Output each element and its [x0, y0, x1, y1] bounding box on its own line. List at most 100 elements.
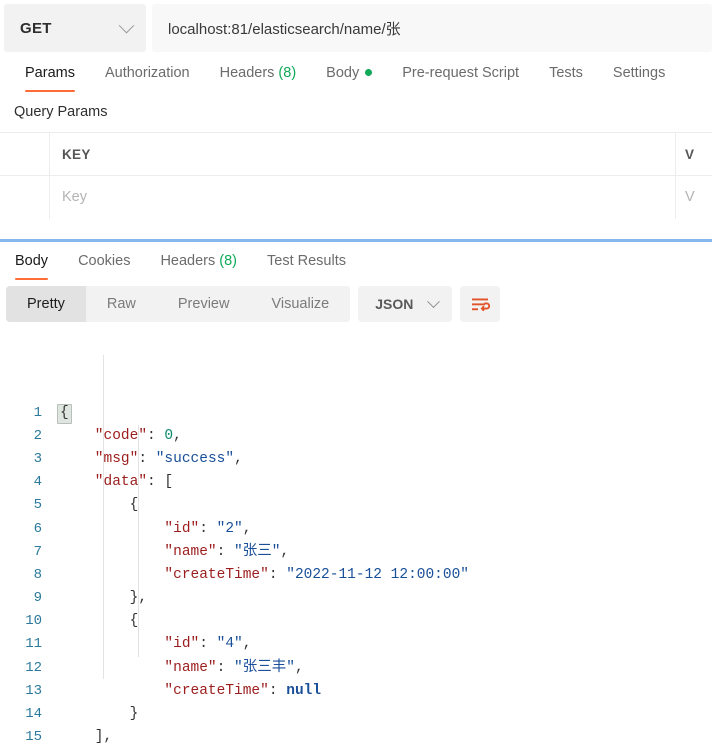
code-line: 14 } [0, 703, 712, 726]
chevron-down-icon [427, 294, 441, 308]
line-content: "id": "4", [52, 633, 712, 656]
tab-pre-request-script[interactable]: Pre-request Script [387, 65, 534, 92]
code-line: 1{ [0, 402, 712, 425]
line-number: 11 [25, 636, 42, 653]
line-content: "data": [ [52, 471, 712, 494]
code-line: 13 "createTime": null [0, 680, 712, 703]
line-content: ], [52, 726, 712, 745]
column-header-key: KEY [50, 132, 676, 176]
tab-settings[interactable]: Settings [598, 65, 680, 92]
code-line: 11 "id": "4", [0, 633, 712, 656]
code-line: 12 "name": "张三丰", [0, 657, 712, 680]
line-number: 9 [33, 590, 42, 607]
tab-params[interactable]: Params [10, 65, 90, 92]
tab-label: Headers [219, 65, 275, 81]
line-content: "createTime": "2022-11-12 12:00:00" [52, 564, 712, 587]
param-key-input[interactable]: Key [50, 175, 676, 219]
code-line: 8 "createTime": "2022-11-12 12:00:00" [0, 564, 712, 587]
line-number: 6 [33, 520, 42, 537]
tab-headers[interactable]: Headers (8) [205, 65, 312, 92]
line-number: 3 [33, 450, 42, 467]
code-token: , [234, 450, 243, 467]
line-number: 13 [25, 682, 42, 699]
response-tab-body[interactable]: Body [0, 253, 63, 280]
tab-label: Test Results [267, 253, 346, 269]
tab-authorization[interactable]: Authorization [90, 65, 205, 92]
line-content: "code": 0, [52, 425, 712, 448]
tab-label: Params [25, 65, 75, 81]
code-token: "createTime" [60, 566, 269, 583]
code-token: "张三" [234, 543, 281, 560]
format-mode-visualize[interactable]: Visualize [250, 286, 350, 322]
code-fold-marker[interactable]: { [57, 403, 72, 424]
response-tab-headers[interactable]: Headers (8) [145, 253, 252, 280]
code-line: 10 { [0, 610, 712, 633]
param-value-input[interactable]: V [676, 176, 712, 219]
code-line: 3 "msg": "success", [0, 448, 712, 471]
response-body-code-viewer[interactable]: 1{2 "code": 0, 3 "msg": "success", 4 "data… [0, 332, 712, 745]
row-checkbox-cell[interactable] [0, 175, 50, 219]
code-token: : [268, 566, 287, 583]
tab-tests[interactable]: Tests [534, 65, 598, 92]
code-line: 6 "id": "2", [0, 518, 712, 541]
code-token: : [147, 427, 165, 444]
code-token: , [242, 520, 252, 537]
code-line: 4 "data": [ [0, 471, 712, 494]
code-token: }, [60, 590, 148, 607]
select-all-checkbox-cell[interactable] [0, 132, 50, 176]
format-mode-preview[interactable]: Preview [157, 286, 251, 322]
code-token: "name" [60, 659, 217, 676]
code-token: , [280, 543, 290, 560]
code-token: } [60, 706, 139, 723]
query-params-section: Query Params KEY V Key V [0, 92, 712, 219]
code-token: { [60, 613, 139, 630]
code-token: "2" [216, 520, 243, 537]
response-language-select[interactable]: JSON [358, 286, 453, 322]
code-token: : [199, 636, 217, 653]
request-url-bar: GET localhost:81/elasticsearch/name/张 [0, 0, 712, 52]
query-params-title: Query Params [14, 104, 108, 120]
line-content: { [52, 610, 712, 633]
line-content: } [52, 703, 712, 726]
line-content: "id": "2", [52, 518, 712, 541]
word-wrap-toggle-button[interactable] [460, 286, 501, 322]
code-token: "2022-11-12 12:00:00" [286, 566, 469, 583]
http-method-select[interactable]: GET [4, 4, 146, 52]
format-mode-group: Pretty Raw Preview Visualize [6, 286, 351, 322]
code-token: : [199, 520, 217, 537]
request-url-text: localhost:81/elasticsearch/name/张 [168, 20, 401, 38]
code-token: 0 [164, 427, 174, 444]
tab-body[interactable]: Body [311, 65, 387, 92]
line-content: { [52, 402, 712, 425]
line-number: 5 [33, 497, 42, 514]
code-token: "id" [60, 636, 200, 653]
line-number: 8 [33, 566, 42, 583]
body-modified-dot-icon [365, 69, 373, 76]
line-number: 1 [33, 404, 42, 421]
request-tabs: Params Authorization Headers (8) Body Pre-req… [0, 52, 712, 92]
table-row: Key V [0, 175, 712, 219]
code-token: "createTime" [60, 682, 269, 699]
code-token: : [ [147, 474, 174, 491]
http-method-label: GET [20, 19, 52, 37]
code-token: : [216, 543, 235, 560]
response-tab-test-results[interactable]: Test Results [252, 253, 361, 280]
tab-label: Cookies [78, 253, 131, 269]
line-number: 10 [25, 613, 42, 630]
code-token: null [286, 682, 322, 699]
code-token: "msg" [60, 450, 139, 467]
line-number: 7 [33, 543, 42, 560]
line-number: 12 [25, 659, 42, 676]
request-url-input[interactable]: localhost:81/elasticsearch/name/张 [152, 4, 712, 52]
code-token: { [60, 497, 139, 514]
code-line: 9 }, [0, 587, 712, 610]
line-number: 15 [25, 729, 42, 745]
format-mode-pretty[interactable]: Pretty [6, 286, 86, 322]
code-line: 7 "name": "张三", [0, 541, 712, 564]
code-token: "张三丰" [234, 659, 295, 676]
tab-label: Body [326, 65, 360, 81]
code-token: "id" [60, 520, 200, 537]
format-mode-raw[interactable]: Raw [86, 286, 157, 322]
tab-label: Authorization [104, 65, 190, 81]
response-tab-cookies[interactable]: Cookies [63, 253, 145, 280]
